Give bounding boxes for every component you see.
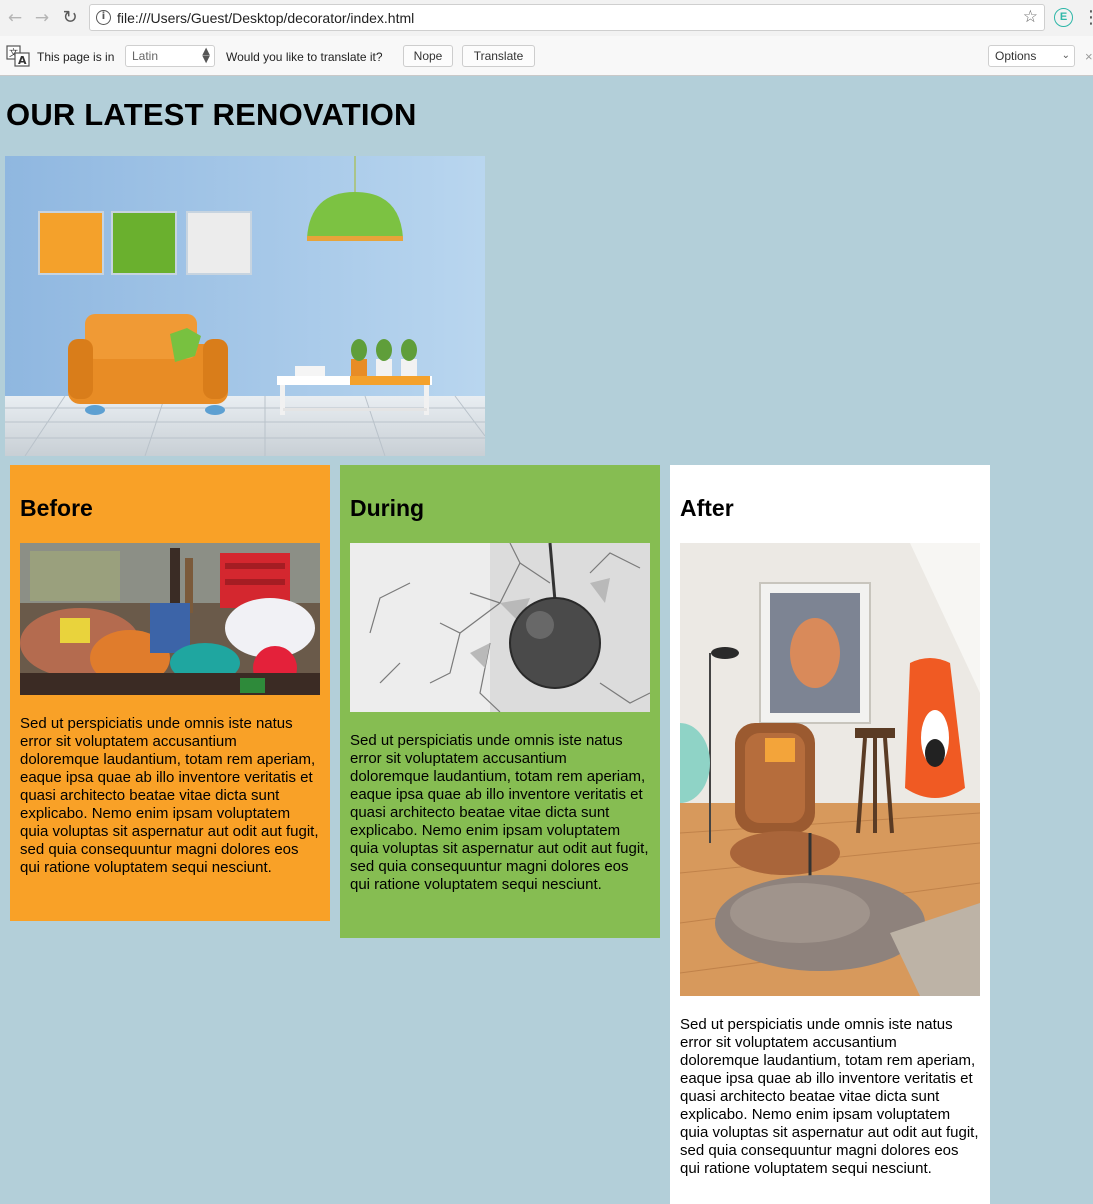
translate-icon: 文 A xyxy=(6,45,30,67)
extension-icon[interactable]: E xyxy=(1054,8,1073,27)
close-icon[interactable]: × xyxy=(1085,49,1093,64)
translate-prefix: This page is in xyxy=(37,50,115,64)
options-select[interactable]: Options ⌄ xyxy=(988,45,1075,67)
hero-image xyxy=(5,156,485,456)
translate-button[interactable]: Translate xyxy=(462,45,535,67)
info-icon[interactable]: i xyxy=(96,10,111,25)
card-before: Before Sed ut perspiciatis unde omnis is… xyxy=(10,465,330,921)
svg-text:A: A xyxy=(18,54,27,67)
star-icon[interactable]: ☆ xyxy=(1023,7,1038,27)
browser-toolbar: ← → ↻ i file:///Users/Guest/Desktop/deco… xyxy=(0,0,1093,36)
card-during: During Sed ut perspiciatis unde omnis is… xyxy=(340,465,660,938)
after-image xyxy=(680,543,980,996)
reload-icon[interactable]: ↻ xyxy=(59,7,81,29)
translate-question: Would you like to translate it? xyxy=(226,50,383,64)
language-select[interactable]: Latin ▲ ▼ xyxy=(125,45,215,67)
select-arrows-icon: ▲ ▼ xyxy=(202,46,210,65)
forward-arrow-icon[interactable]: → xyxy=(31,7,53,29)
before-image xyxy=(20,543,320,695)
card-body-text: Sed ut perspiciatis unde omnis iste natu… xyxy=(350,732,649,893)
url-text[interactable]: file:///Users/Guest/Desktop/decorator/in… xyxy=(117,10,414,26)
kebab-menu-icon[interactable]: ⋮ xyxy=(1082,6,1093,30)
back-arrow-icon[interactable]: ← xyxy=(4,7,26,29)
card-heading: During xyxy=(350,495,425,521)
card-body-text: Sed ut perspiciatis unde omnis iste natu… xyxy=(20,715,319,876)
address-bar[interactable]: i file:///Users/Guest/Desktop/decorator/… xyxy=(89,4,1045,31)
card-body-text: Sed ut perspiciatis unde omnis iste natu… xyxy=(680,1016,979,1177)
card-heading: Before xyxy=(20,495,93,521)
page-title: OUR LATEST RENOVATION xyxy=(6,97,417,132)
during-image xyxy=(350,543,650,712)
chevron-down-icon: ⌄ xyxy=(1061,50,1070,61)
card-after: After Sed ut perspiciatis unde omnis ist… xyxy=(670,465,990,1204)
card-heading: After xyxy=(680,495,734,521)
nope-button[interactable]: Nope xyxy=(403,45,453,67)
translate-bar: 文 A This page is in Latin ▲ ▼ Would you l… xyxy=(0,36,1093,76)
language-value: Latin xyxy=(132,49,159,63)
options-label: Options xyxy=(995,49,1037,63)
